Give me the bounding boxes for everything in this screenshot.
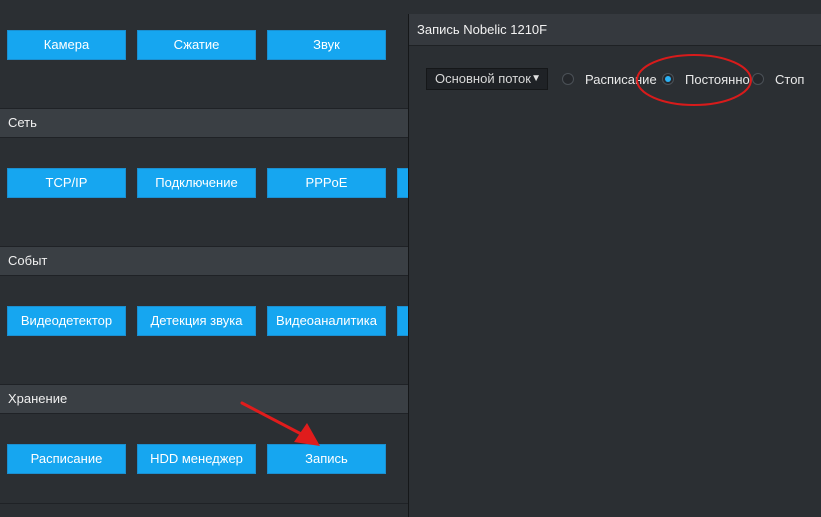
radio-option-always[interactable]: Постоянно	[662, 69, 750, 89]
bottom-divider	[0, 503, 408, 504]
radio-schedule-label: Расписание	[585, 71, 657, 87]
section-header-events: Событ	[0, 246, 408, 276]
settings-menu-panel: Камера Сжатие Звук Сеть TCP/IP Подключен…	[0, 0, 408, 517]
compression-button[interactable]: Сжатие	[137, 30, 256, 60]
radio-always-label: Постоянно	[685, 71, 750, 87]
radio-stop-label: Стоп	[775, 71, 805, 87]
record-settings-panel: Запись Nobelic 1210F Основной поток ▼ Ра…	[408, 14, 821, 517]
hdd-manager-button[interactable]: HDD менеджер	[137, 444, 256, 474]
video-analytics-button[interactable]: Видеоаналитика	[267, 306, 386, 336]
schedule-button[interactable]: Расписание	[7, 444, 126, 474]
caret-down-icon: ▼	[531, 73, 541, 84]
audio-detection-button[interactable]: Детекция звука	[137, 306, 256, 336]
tcpip-button[interactable]: TCP/IP	[7, 168, 126, 198]
radio-option-schedule[interactable]: Расписание	[562, 69, 657, 89]
connection-button[interactable]: Подключение	[137, 168, 256, 198]
stream-select-value: Основной поток	[435, 71, 531, 86]
radio-stop[interactable]	[752, 73, 764, 85]
pppoe-button[interactable]: PPPoE	[267, 168, 386, 198]
audio-button[interactable]: Звук	[267, 30, 386, 60]
section-header-network: Сеть	[0, 108, 408, 138]
network-more-button[interactable]	[397, 168, 408, 198]
radio-always[interactable]	[662, 73, 674, 85]
stream-select[interactable]: Основной поток ▼	[426, 68, 548, 90]
record-panel-title: Запись Nobelic 1210F	[409, 14, 821, 46]
camera-button[interactable]: Камера	[7, 30, 126, 60]
radio-schedule[interactable]	[562, 73, 574, 85]
record-button[interactable]: Запись	[267, 444, 386, 474]
section-header-storage: Хранение	[0, 384, 408, 414]
events-more-button[interactable]	[397, 306, 408, 336]
radio-option-stop[interactable]: Стоп	[752, 69, 804, 89]
motion-detector-button[interactable]: Видеодетектор	[7, 306, 126, 336]
